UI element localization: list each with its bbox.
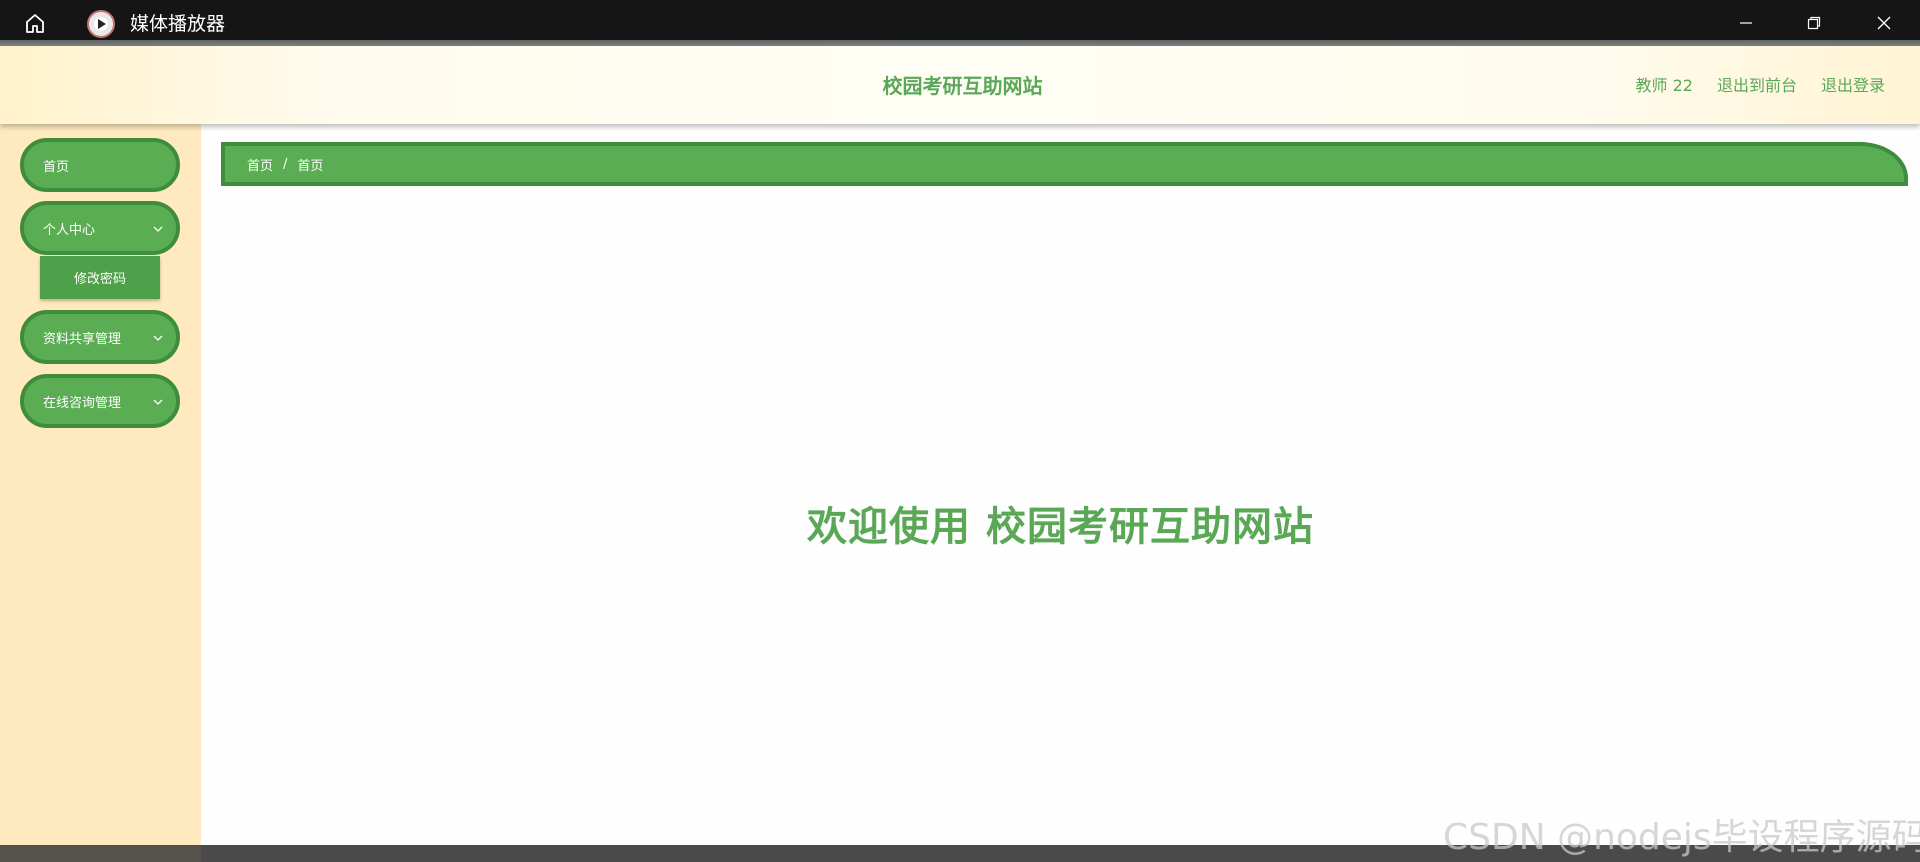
sidebar-item-resource-sharing[interactable]: 资料共享管理	[20, 310, 180, 364]
sidebar-item-label: 个人中心	[43, 222, 96, 238]
back-to-front-link[interactable]: 退出到前台	[1717, 72, 1797, 96]
sidebar-item-label: 资料共享管理	[43, 331, 122, 347]
media-player-icon	[87, 10, 115, 38]
welcome-heading: 欢迎使用 校园考研互助网站	[807, 504, 1314, 550]
main-content: 首页 / 首页 欢迎使用 校园考研互助网站	[201, 124, 1920, 845]
logout-link[interactable]: 退出登录	[1821, 72, 1885, 96]
chevron-down-icon	[153, 226, 163, 232]
breadcrumb-separator: /	[283, 156, 288, 172]
sidebar-item-label: 在线咨询管理	[43, 395, 122, 411]
sidebar-item-home[interactable]: 首页	[20, 138, 180, 192]
bottom-strip-left	[0, 845, 201, 862]
submenu-item-change-password[interactable]: 修改密码	[40, 256, 160, 299]
breadcrumb: 首页 / 首页	[221, 142, 1908, 186]
maximize-icon	[1807, 16, 1821, 30]
user-label[interactable]: 教师 22	[1636, 72, 1693, 96]
minimize-icon	[1740, 22, 1752, 24]
sidebar-item-label: 首页	[43, 159, 70, 175]
watermark: CSDN @nodejs毕设程序源码	[1443, 817, 1920, 858]
breadcrumb-root[interactable]: 首页	[247, 155, 273, 174]
sidebar-item-online-consulting[interactable]: 在线咨询管理	[20, 374, 180, 428]
chevron-down-icon	[153, 335, 163, 341]
close-icon	[1877, 16, 1891, 30]
site-title: 校园考研互助网站	[882, 74, 1043, 98]
header-links: 教师 22 退出到前台 退出登录	[1636, 72, 1885, 96]
submenu-item-label: 修改密码	[73, 272, 126, 287]
sidebar-item-personal-center[interactable]: 个人中心	[20, 201, 180, 255]
window-title: 媒体播放器	[130, 13, 226, 35]
site-header: 校园考研互助网站 教师 22 退出到前台 退出登录	[0, 46, 1920, 124]
breadcrumb-current: 首页	[297, 158, 324, 174]
home-button[interactable]	[20, 9, 50, 37]
sidebar: 首页 个人中心 修改密码 资料共享管理 在线咨询管理	[0, 124, 201, 845]
chevron-down-icon	[153, 399, 163, 405]
home-icon	[26, 14, 44, 33]
